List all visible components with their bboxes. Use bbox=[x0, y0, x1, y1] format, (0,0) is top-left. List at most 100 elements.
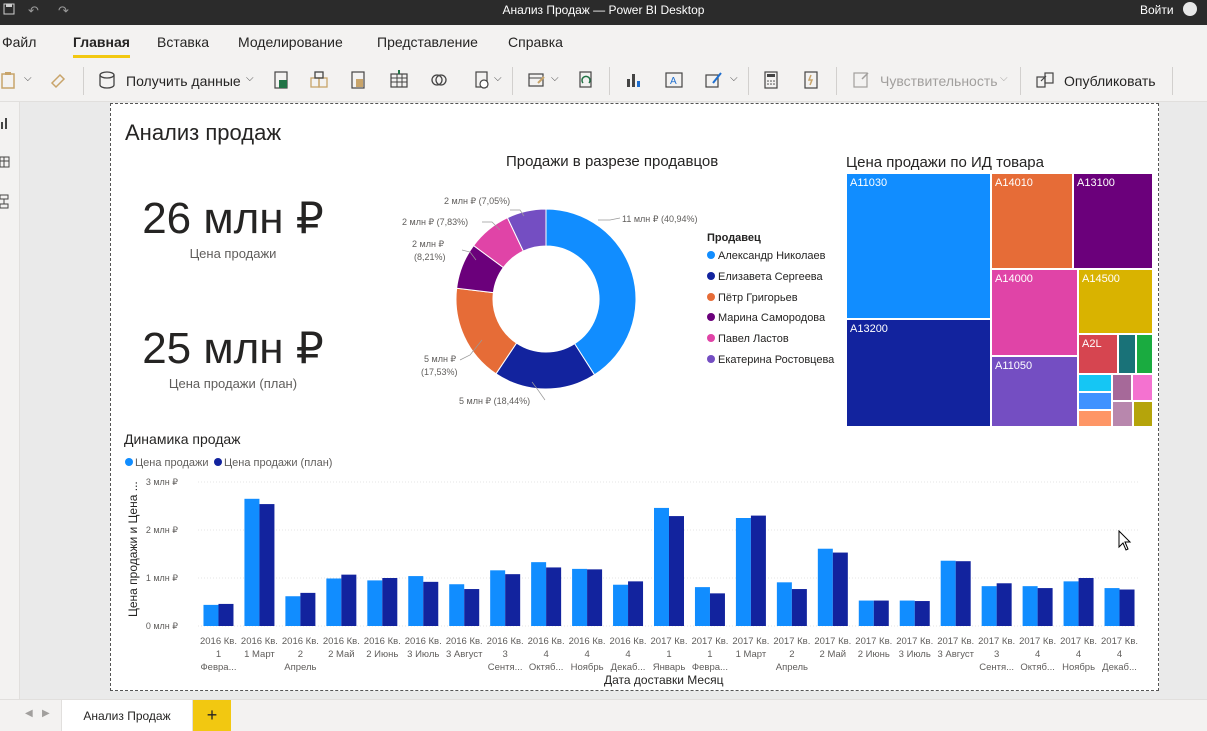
menu-help[interactable]: Справка bbox=[508, 34, 563, 50]
page-tab[interactable]: Анализ Продаж bbox=[61, 700, 193, 731]
column-bar[interactable] bbox=[423, 581, 439, 626]
legend-item[interactable]: Марина Самородова bbox=[707, 312, 825, 324]
treemap-cell[interactable]: A2L bbox=[1078, 334, 1118, 374]
column-bar[interactable] bbox=[873, 600, 889, 626]
column-bar[interactable] bbox=[817, 548, 833, 626]
treemap-cell[interactable] bbox=[1112, 401, 1133, 427]
column-bar[interactable] bbox=[285, 596, 301, 626]
dataset-icon[interactable] bbox=[308, 69, 330, 91]
column-bar[interactable] bbox=[244, 498, 260, 626]
transform-dropdown-icon[interactable]: ⌵ bbox=[551, 73, 559, 84]
column-bar[interactable] bbox=[490, 570, 506, 626]
column-bar[interactable] bbox=[613, 584, 629, 626]
dataverse-icon[interactable] bbox=[428, 69, 450, 91]
column-bar[interactable] bbox=[382, 578, 398, 626]
avatar[interactable] bbox=[1183, 2, 1197, 16]
publish-icon[interactable] bbox=[1034, 69, 1056, 91]
legend-item[interactable]: Александр Николаев bbox=[707, 250, 826, 262]
next-page-icon[interactable]: ▶ bbox=[42, 708, 50, 719]
column-bar[interactable] bbox=[1104, 588, 1120, 626]
model-view-icon[interactable] bbox=[0, 194, 10, 210]
prev-page-icon[interactable]: ◀ bbox=[25, 708, 33, 719]
treemap-cell[interactable] bbox=[1078, 374, 1112, 392]
column-bar[interactable] bbox=[1037, 588, 1053, 626]
treemap-cell[interactable]: A11050 bbox=[991, 356, 1078, 427]
column-bar[interactable] bbox=[587, 569, 603, 626]
menu-home[interactable]: Главная bbox=[73, 34, 130, 58]
recent-sources-dropdown-icon[interactable]: ⌵ bbox=[494, 73, 502, 84]
column-bar[interactable] bbox=[996, 583, 1012, 626]
enter-data-icon[interactable] bbox=[388, 69, 410, 91]
publish-button[interactable]: Опубликовать bbox=[1064, 73, 1156, 89]
get-data-dropdown-icon[interactable]: ⌵ bbox=[246, 73, 254, 84]
legend-item[interactable]: Цена продажи (план) bbox=[214, 457, 332, 469]
report-view-icon[interactable] bbox=[0, 116, 10, 130]
signin-link[interactable]: Войти bbox=[1140, 0, 1174, 20]
legend-item[interactable]: Цена продажи bbox=[125, 457, 209, 469]
column-bar[interactable] bbox=[955, 561, 971, 626]
column-bar[interactable] bbox=[1078, 578, 1094, 626]
treemap-cell[interactable] bbox=[1112, 374, 1132, 401]
refresh-icon[interactable] bbox=[575, 69, 597, 91]
column-bar[interactable] bbox=[628, 581, 644, 626]
menu-modeling[interactable]: Моделирование bbox=[238, 34, 343, 50]
column-bar[interactable] bbox=[1022, 586, 1038, 626]
treemap-chart[interactable]: A11030 A13200 A14010 A13100 A14000 A1450… bbox=[846, 173, 1153, 427]
column-bar[interactable] bbox=[341, 574, 357, 626]
column-bar[interactable] bbox=[300, 592, 316, 626]
treemap-cell[interactable]: A14500 bbox=[1078, 269, 1153, 334]
treemap-cell[interactable]: A11030 bbox=[846, 173, 991, 319]
more-visuals-dropdown-icon[interactable]: ⌵ bbox=[730, 73, 738, 84]
sql-icon[interactable] bbox=[347, 69, 369, 91]
treemap-cell[interactable]: A13200 bbox=[846, 319, 991, 427]
kpi-plan-value[interactable]: 25 млн ₽ bbox=[108, 323, 358, 374]
column-bar[interactable] bbox=[408, 576, 424, 626]
treemap-cell[interactable] bbox=[1132, 374, 1153, 401]
kpi-sales-value[interactable]: 26 млн ₽ bbox=[108, 193, 358, 244]
excel-icon[interactable] bbox=[270, 69, 292, 91]
column-bar[interactable] bbox=[981, 586, 997, 626]
column-bar[interactable] bbox=[203, 604, 219, 626]
column-bar[interactable] bbox=[654, 507, 669, 626]
column-bar[interactable] bbox=[750, 515, 766, 626]
more-visuals-icon[interactable] bbox=[703, 69, 725, 91]
column-bar[interactable] bbox=[858, 600, 874, 626]
legend-item[interactable]: Пётр Григорьев bbox=[707, 292, 798, 304]
column-bar[interactable] bbox=[776, 582, 792, 626]
treemap-cell[interactable] bbox=[1136, 334, 1153, 374]
column-bar[interactable] bbox=[791, 589, 807, 626]
column-bar[interactable] bbox=[1063, 581, 1079, 626]
column-bar[interactable] bbox=[572, 568, 588, 626]
column-bar[interactable] bbox=[218, 603, 234, 626]
column-bar[interactable] bbox=[832, 552, 848, 626]
column-bar[interactable] bbox=[259, 504, 275, 626]
treemap-cell[interactable] bbox=[1078, 392, 1112, 410]
legend-item[interactable]: Елизавета Сергеева bbox=[707, 271, 823, 283]
legend-item[interactable]: Павел Ластов bbox=[707, 333, 789, 345]
column-bar[interactable] bbox=[669, 516, 684, 626]
get-data-button[interactable]: Получить данные bbox=[126, 73, 241, 89]
text-box-icon[interactable]: A bbox=[663, 69, 685, 91]
database-icon[interactable] bbox=[96, 69, 118, 91]
format-painter-icon[interactable] bbox=[48, 69, 70, 91]
treemap-cell[interactable] bbox=[1133, 401, 1153, 427]
menu-view[interactable]: Представление bbox=[377, 34, 478, 50]
legend-item[interactable]: Екатерина Ростовцева bbox=[707, 354, 834, 366]
column-bar[interactable] bbox=[735, 518, 751, 626]
column-bar[interactable] bbox=[899, 600, 915, 626]
add-page-button[interactable]: + bbox=[193, 700, 231, 731]
new-visual-icon[interactable] bbox=[623, 69, 645, 91]
quick-measure-icon[interactable] bbox=[800, 69, 822, 91]
data-view-icon[interactable] bbox=[0, 155, 10, 169]
column-bar[interactable] bbox=[546, 567, 562, 626]
paste-icon[interactable] bbox=[0, 69, 22, 91]
column-chart[interactable]: 0 млн ₽ 1 млн ₽ 2 млн ₽ 3 млн ₽ 2016 Кв. 1 Фев… bbox=[120, 470, 1150, 688]
column-bar[interactable] bbox=[464, 589, 480, 626]
treemap-cell[interactable]: A14010 bbox=[991, 173, 1073, 269]
column-bar[interactable] bbox=[1119, 589, 1135, 626]
treemap-cell[interactable]: A14000 bbox=[991, 269, 1078, 356]
treemap-cell[interactable] bbox=[1118, 334, 1136, 374]
recent-sources-icon[interactable] bbox=[471, 69, 493, 91]
menu-file[interactable]: Файл bbox=[2, 34, 36, 50]
column-bar[interactable] bbox=[709, 593, 725, 626]
